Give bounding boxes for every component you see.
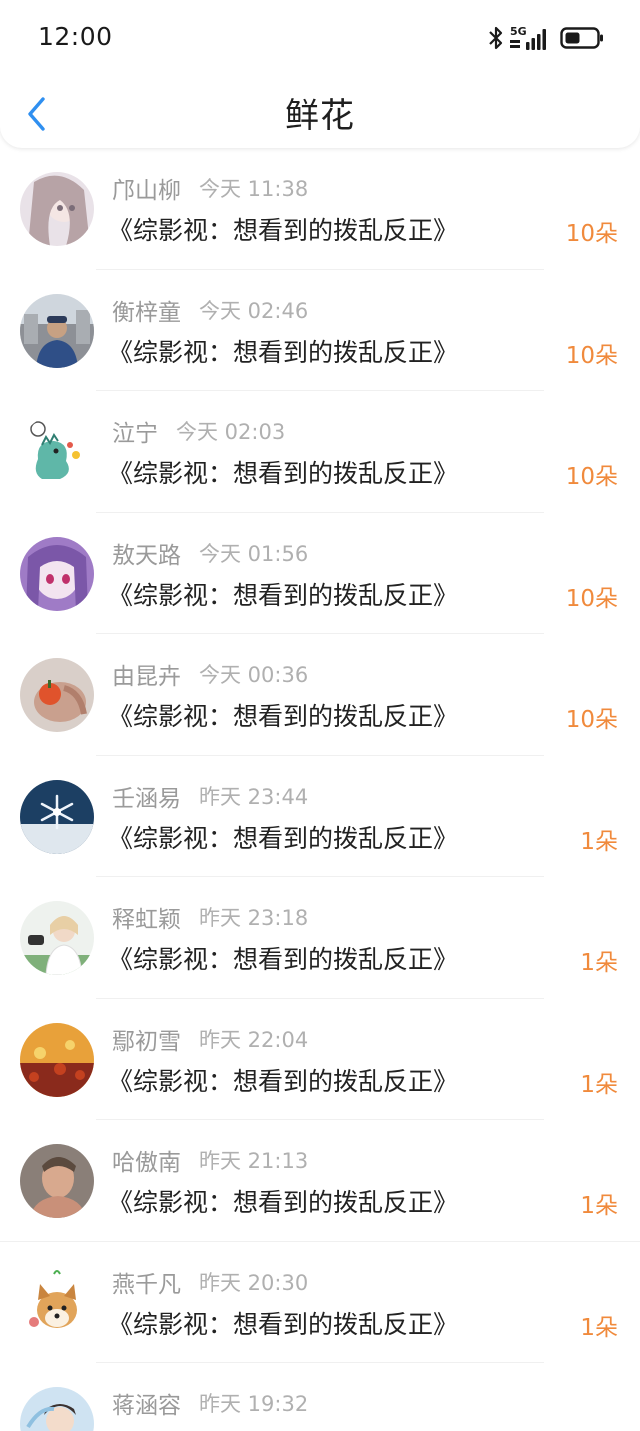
avatar[interactable] bbox=[20, 1144, 94, 1218]
timestamp: 今天 11:38 bbox=[199, 177, 309, 201]
battery-icon bbox=[560, 27, 603, 49]
network-type-label: 5G bbox=[510, 25, 527, 38]
timestamp: 今天 00:36 bbox=[199, 663, 309, 687]
list-item[interactable]: 哈傲南 昨天 21:13 《综影视：想看到的拨乱反正》 1朵 bbox=[0, 1120, 640, 1242]
header-bar: 12:00 5G 鲜花 bbox=[0, 0, 640, 148]
flower-count: 10朵 bbox=[565, 707, 618, 733]
list-item[interactable]: 泣宁 今天 02:03 《综影视：想看到的拨乱反正》 10朵 bbox=[0, 391, 640, 513]
name-line: 壬涵易 昨天 23:44 bbox=[112, 780, 308, 812]
work-title[interactable]: 《综影视：想看到的拨乱反正》 bbox=[108, 1183, 458, 1219]
user-name[interactable]: 蒋涵容 bbox=[112, 1386, 181, 1420]
bluetooth-icon bbox=[489, 26, 503, 50]
flower-list: 邝山柳 今天 11:38 《综影视：想看到的拨乱反正》 10朵 衡梓童 今天 0… bbox=[0, 148, 640, 1431]
list-item[interactable]: 壬涵易 昨天 23:44 《综影视：想看到的拨乱反正》 1朵 bbox=[0, 755, 640, 877]
work-title[interactable]: 《综影视：想看到的拨乱反正》 bbox=[108, 819, 458, 855]
flower-count: 10朵 bbox=[565, 585, 618, 612]
user-name[interactable]: 燕千凡 bbox=[112, 1265, 181, 1299]
flower-count: 1朵 bbox=[580, 828, 618, 855]
list-item[interactable]: 敖天路 今天 01:56 《综影视：想看到的拨乱反正》 10朵 bbox=[0, 512, 640, 634]
avatar[interactable] bbox=[20, 901, 94, 975]
work-title[interactable]: 《综影视：想看到的拨乱反正》 bbox=[108, 454, 458, 490]
avatar[interactable] bbox=[20, 536, 94, 611]
user-name[interactable]: 哈傲南 bbox=[112, 1143, 181, 1177]
flower-count: 10朵 bbox=[565, 221, 618, 247]
timestamp: 昨天 20:30 bbox=[199, 1270, 309, 1295]
user-name[interactable]: 壬涵易 bbox=[112, 779, 181, 813]
work-title[interactable]: 《综影视：想看到的拨乱反正》 bbox=[108, 697, 458, 733]
work-title[interactable]: 《综影视：想看到的拨乱反正》 bbox=[108, 211, 458, 247]
avatar[interactable] bbox=[20, 172, 94, 246]
timestamp: 今天 01:56 bbox=[199, 541, 309, 566]
list-item[interactable]: 释虹颖 昨天 23:18 《综影视：想看到的拨乱反正》 1朵 bbox=[0, 877, 640, 999]
name-line: 蒋涵容 昨天 19:32 bbox=[112, 1387, 308, 1419]
timestamp: 昨天 23:44 bbox=[199, 784, 309, 809]
name-line: 由昆卉 今天 00:36 bbox=[112, 658, 308, 690]
avatar[interactable] bbox=[20, 1387, 94, 1431]
list-item[interactable]: 邝山柳 今天 11:38 《综影视：想看到的拨乱反正》 10朵 bbox=[0, 148, 640, 270]
status-time: 12:00 bbox=[38, 22, 113, 51]
work-title[interactable]: 《综影视：想看到的拨乱反正》 bbox=[108, 940, 458, 976]
user-name[interactable]: 泣宁 bbox=[112, 414, 158, 448]
avatar[interactable] bbox=[20, 658, 94, 732]
page-title: 鲜花 bbox=[285, 96, 355, 136]
work-title[interactable]: 《综影视：想看到的拨乱反正》 bbox=[108, 1062, 458, 1098]
name-line: 泣宁 今天 02:03 bbox=[112, 415, 285, 447]
flower-count: 1朵 bbox=[580, 1071, 618, 1098]
user-name[interactable]: 释虹颖 bbox=[112, 900, 181, 934]
user-name[interactable]: 由昆卉 bbox=[112, 657, 181, 691]
name-line: 衡梓童 今天 02:46 bbox=[112, 294, 308, 326]
avatar[interactable] bbox=[20, 779, 94, 854]
avatar[interactable] bbox=[20, 293, 94, 368]
timestamp: 今天 02:03 bbox=[176, 420, 286, 444]
flower-count: 10朵 bbox=[565, 464, 618, 490]
work-title[interactable]: 《综影视：想看到的拨乱反正》 bbox=[108, 1305, 458, 1341]
user-name[interactable]: 衡梓童 bbox=[112, 293, 181, 327]
flower-count: 1朵 bbox=[580, 950, 618, 976]
name-line: 鄢初雪 昨天 22:04 bbox=[112, 1023, 308, 1055]
timestamp: 昨天 21:13 bbox=[199, 1149, 309, 1173]
avatar[interactable] bbox=[20, 1265, 94, 1340]
list-item[interactable]: 由昆卉 今天 00:36 《综影视：想看到的拨乱反正》 10朵 bbox=[0, 634, 640, 756]
flower-count: 1朵 bbox=[580, 1314, 618, 1341]
work-title[interactable]: 《综影视：想看到的拨乱反正》 bbox=[108, 576, 458, 612]
list-item[interactable]: 衡梓童 今天 02:46 《综影视：想看到的拨乱反正》 10朵 bbox=[0, 269, 640, 391]
flower-count: 1朵 bbox=[580, 1193, 618, 1219]
list-item[interactable]: 鄢初雪 昨天 22:04 《综影视：想看到的拨乱反正》 1朵 bbox=[0, 998, 640, 1120]
timestamp: 昨天 22:04 bbox=[199, 1027, 309, 1052]
name-line: 邝山柳 今天 11:38 bbox=[112, 172, 308, 204]
timestamp: 今天 02:46 bbox=[199, 298, 309, 323]
timestamp: 昨天 23:18 bbox=[199, 906, 309, 930]
user-name[interactable]: 敖天路 bbox=[112, 536, 181, 570]
signal-icon: 5G bbox=[510, 25, 546, 50]
list-item[interactable]: 蒋涵容 昨天 19:32 bbox=[0, 1363, 640, 1431]
status-icons: 5G bbox=[486, 24, 604, 52]
user-name[interactable]: 鄢初雪 bbox=[112, 1022, 181, 1056]
flowers-screen: 12:00 5G 鲜花 邝山柳 今天 11:38 《综影视：想看到的拨乱反正》 … bbox=[0, 0, 640, 1431]
timestamp: 昨天 19:32 bbox=[199, 1392, 309, 1416]
name-line: 敖天路 今天 01:56 bbox=[112, 537, 308, 569]
name-line: 燕千凡 昨天 20:30 bbox=[112, 1266, 308, 1298]
flower-count: 10朵 bbox=[565, 342, 618, 369]
user-name[interactable]: 邝山柳 bbox=[112, 171, 181, 205]
name-line: 释虹颖 昨天 23:18 bbox=[112, 901, 308, 933]
work-title[interactable]: 《综影视：想看到的拨乱反正》 bbox=[108, 333, 458, 369]
name-line: 哈傲南 昨天 21:13 bbox=[112, 1144, 308, 1176]
avatar[interactable] bbox=[20, 415, 94, 489]
avatar[interactable] bbox=[20, 1022, 94, 1097]
list-item[interactable]: 燕千凡 昨天 20:30 《综影视：想看到的拨乱反正》 1朵 bbox=[0, 1241, 640, 1363]
